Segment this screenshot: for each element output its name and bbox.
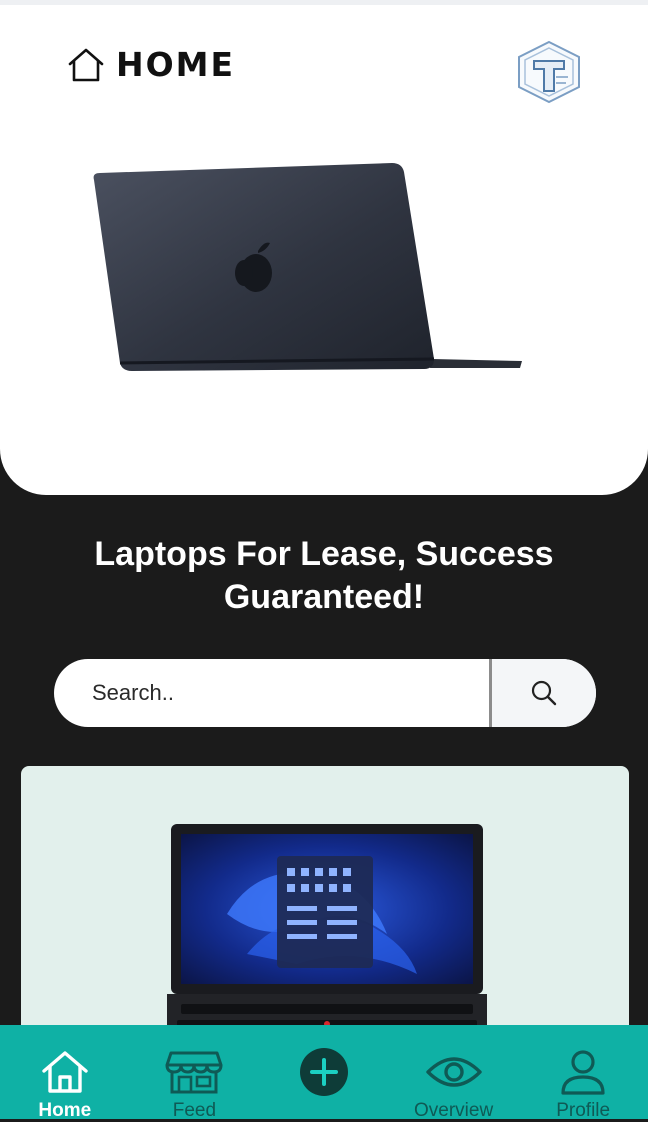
store-icon [165, 1051, 223, 1094]
header-home-link[interactable]: HOME [66, 45, 235, 84]
nav-home[interactable]: Home [0, 1025, 130, 1121]
home-outline-icon [68, 48, 104, 81]
add-circle-icon [299, 1048, 348, 1096]
brand-logo[interactable] [512, 39, 586, 105]
headline: Laptops For Lease, Success Guaranteed! [20, 533, 628, 619]
headline-line-2: Guaranteed! [223, 578, 425, 616]
page-title: HOME [116, 45, 236, 84]
search-button[interactable] [492, 659, 596, 727]
product-card[interactable] [21, 766, 629, 1066]
eye-icon [425, 1057, 482, 1087]
hero-section: HOME [0, 5, 648, 495]
bottom-nav: Home Feed Overview Profile [0, 1025, 648, 1121]
user-icon [561, 1050, 605, 1095]
nav-feed[interactable]: Feed [130, 1025, 260, 1121]
home-icon [42, 1051, 88, 1093]
thinkpad-laptop-image [167, 824, 487, 1054]
headline-line-1: Laptops For Lease, Success [94, 535, 554, 573]
search-bar [54, 659, 596, 727]
nav-profile[interactable]: Profile [518, 1025, 648, 1121]
nav-overview[interactable]: Overview [389, 1025, 519, 1121]
nav-add[interactable] [259, 1025, 389, 1119]
search-icon [531, 680, 557, 706]
search-input[interactable] [54, 659, 489, 727]
macbook-laptop-image [93, 163, 522, 371]
